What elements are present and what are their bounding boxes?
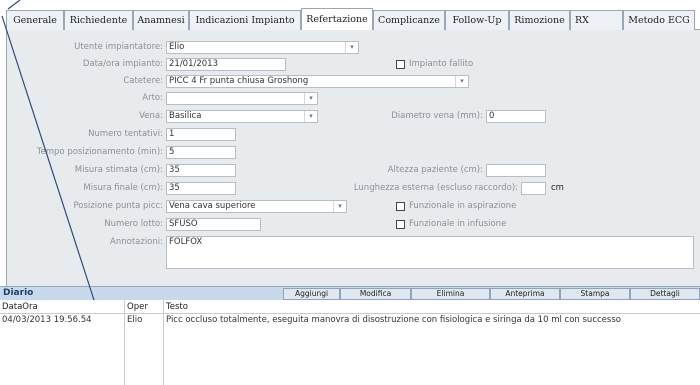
chevron-down-icon[interactable]: ▾ [345, 42, 358, 53]
arto-label: Arto: [142, 93, 163, 103]
annotazioni-label: Annotazioni: [110, 237, 163, 247]
utente-combo[interactable]: Elio ▾ [166, 41, 359, 54]
lunghezza-esterna-label: Lunghezza esterna (escluso raccordo): [353, 183, 518, 193]
tab-generale[interactable]: Generale [6, 10, 64, 30]
dettagli-button[interactable]: Dettagli [630, 288, 700, 300]
modifica-button[interactable]: Modifica [340, 288, 411, 300]
utente-value: Elio [169, 42, 185, 52]
column-header-dataora[interactable]: DataOra [2, 302, 38, 312]
catetere-label: Catetere: [123, 76, 163, 86]
grid-col-divider [163, 300, 164, 385]
posizione-punta-combo[interactable]: Vena cava superiore ▾ [166, 200, 347, 213]
tab-anamnesi[interactable]: Anamnesi [133, 10, 189, 30]
chevron-down-icon[interactable]: ▾ [304, 111, 317, 122]
impianto-fallito-checkbox[interactable] [396, 60, 405, 69]
table-row-dataora[interactable]: 04/03/2013 19.56.54 [2, 315, 92, 325]
table-row-oper[interactable]: Elio [127, 315, 142, 325]
arto-combo[interactable]: ▾ [166, 92, 318, 105]
posizione-punta-value: Vena cava superiore [169, 201, 256, 211]
column-header-testo[interactable]: Testo [166, 302, 188, 312]
catetere-value: PICC 4 Fr punta chiusa Groshong [169, 76, 309, 86]
tab-bar: Generale Richiedente Anamnesi Indicazion… [0, 0, 700, 34]
tempo-posizionamento-field[interactable]: 5 [166, 146, 236, 159]
lunghezza-esterna-field[interactable] [521, 182, 546, 195]
chevron-down-icon[interactable]: ▾ [304, 93, 317, 104]
chevron-down-icon[interactable]: ▾ [333, 201, 346, 212]
diary-grid: DataOra Oper Testo 04/03/2013 19.56.54 E… [0, 300, 700, 385]
altezza-paziente-field[interactable] [486, 164, 546, 177]
table-row-testo[interactable]: Picc occluso totalmente, eseguita manovr… [166, 315, 621, 325]
tab-rx[interactable]: RX [570, 10, 623, 30]
tab-rimozione[interactable]: Rimozione [509, 10, 570, 30]
funzionale-infusione-label: Funzionale in infusione [409, 219, 507, 229]
tab-complicanze[interactable]: Complicanze [373, 10, 445, 30]
data-impianto-field[interactable]: 21/01/2013 [166, 58, 286, 71]
misura-finale-field[interactable]: 35 [166, 182, 236, 195]
grid-header-divider [0, 313, 700, 314]
impianto-fallito-label: Impianto fallito [409, 59, 474, 69]
diametro-vena-field[interactable]: 0 [486, 110, 546, 123]
vena-value: Basilica [169, 111, 202, 121]
tab-indicazioni-impianto[interactable]: Indicazioni Impianto [189, 10, 301, 30]
anteprima-button[interactable]: Anteprima [490, 288, 560, 300]
stampa-button[interactable]: Stampa [560, 288, 630, 300]
vena-label: Vena: [139, 111, 163, 121]
tab-richiedente[interactable]: Richiedente [64, 10, 133, 30]
diary-header: Diario Aggiungi Modifica Elimina Antepri… [0, 286, 700, 300]
refertazione-form: Utente impiantatore: Elio ▾ Data/ora imp… [6, 30, 700, 286]
funzionale-aspirazione-label: Funzionale in aspirazione [409, 201, 517, 211]
tab-refertazione[interactable]: Refertazione [301, 8, 373, 31]
misura-finale-label: Misura finale (cm): [83, 183, 163, 193]
utente-label: Utente impiantatore: [74, 42, 163, 52]
catetere-combo[interactable]: PICC 4 Fr punta chiusa Groshong ▾ [166, 75, 469, 88]
lunghezza-unit: cm [551, 183, 564, 193]
numero-tentativi-label: Numero tentativi: [88, 129, 163, 139]
column-header-oper[interactable]: Oper [127, 302, 148, 312]
misura-stimata-field[interactable]: 35 [166, 164, 236, 177]
diary-title: Diario [3, 288, 34, 298]
altezza-paziente-label: Altezza paziente (cm): [387, 165, 483, 175]
aggiungi-button[interactable]: Aggiungi [283, 288, 340, 300]
funzionale-infusione-checkbox[interactable] [396, 220, 405, 229]
diametro-vena-label: Diametro vena (mm): [391, 111, 483, 121]
numero-lotto-field[interactable]: SFUSO [166, 218, 261, 231]
vena-combo[interactable]: Basilica ▾ [166, 110, 318, 123]
tempo-posizionamento-label: Tempo posizionamento (min): [36, 147, 163, 157]
misura-stimata-label: Misura stimata (cm): [74, 165, 163, 175]
chevron-down-icon[interactable]: ▾ [455, 76, 468, 87]
grid-col-divider [124, 300, 125, 385]
tab-metodo-ecg[interactable]: Metodo ECG [623, 10, 695, 30]
elimina-button[interactable]: Elimina [411, 288, 490, 300]
numero-lotto-label: Numero lotto: [104, 219, 163, 229]
data-impianto-label: Data/ora impianto: [82, 59, 163, 69]
posizione-punta-label: Posizione punta picc: [73, 201, 163, 211]
tab-follow-up[interactable]: Follow-Up [445, 10, 509, 30]
funzionale-aspirazione-checkbox[interactable] [396, 202, 405, 211]
annotazioni-field[interactable]: FOLFOX [166, 236, 694, 269]
numero-tentativi-field[interactable]: 1 [166, 128, 236, 141]
